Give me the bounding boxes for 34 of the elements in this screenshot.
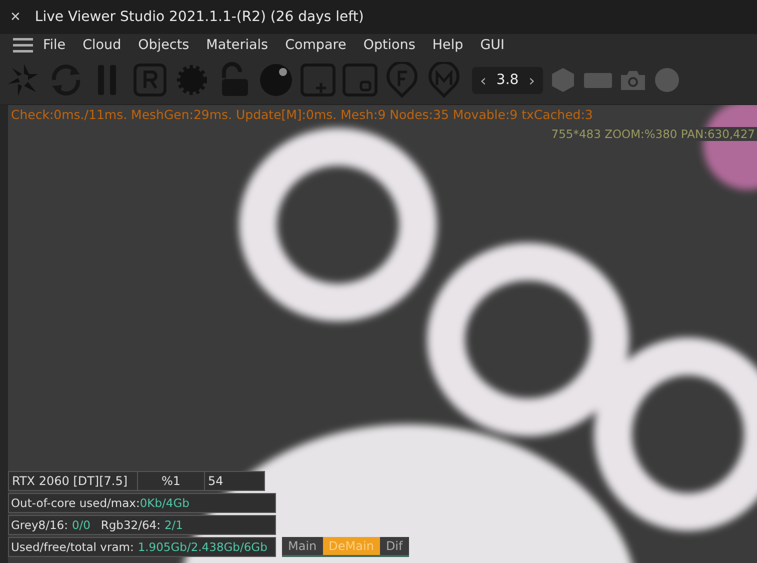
- increase-button[interactable]: ›: [528, 70, 536, 90]
- info-value: 0/0: [72, 518, 90, 532]
- menu-item[interactable]: Materials: [206, 37, 268, 53]
- menu-item[interactable]: Help: [432, 37, 464, 53]
- menu-icon[interactable]: [13, 37, 33, 53]
- menu-item[interactable]: Cloud: [82, 37, 122, 53]
- menu-item[interactable]: File: [43, 37, 66, 53]
- stats-text: Check:0ms./11ms. MeshGen:29ms. Update[M]:0ms. Mesh:9 Nodes:35 Movable:9 txCached:3: [11, 107, 593, 122]
- info-value: 1.905Gb/2.438Gb/6Gb: [138, 540, 268, 554]
- menu-item[interactable]: Objects: [138, 37, 190, 53]
- view-tab[interactable]: Dif: [380, 537, 409, 555]
- menu-item[interactable]: Options: [363, 37, 416, 53]
- view-info-text: 755*483 ZOOM:%380 PAN:630,427: [549, 127, 757, 141]
- decrease-button[interactable]: ‹: [480, 70, 486, 90]
- menu-item[interactable]: Compare: [285, 37, 346, 53]
- gpu-percent: %1: [138, 472, 205, 490]
- circle-icon[interactable]: [653, 66, 682, 94]
- stepper-value: 3.8: [496, 72, 519, 88]
- info-value: 0Kb/4Gb: [140, 496, 190, 510]
- gpu-name: RTX 2060 [DT][7.5]: [9, 472, 138, 490]
- close-button[interactable]: ✕: [10, 10, 21, 24]
- info-label: Rgb32/64:: [100, 518, 160, 532]
- info-label: Used/free/total vram:: [11, 540, 134, 554]
- info-value: 2/1: [164, 518, 183, 532]
- gear-icon[interactable]: [174, 62, 210, 98]
- square-box-icon[interactable]: [342, 62, 378, 98]
- menu-item[interactable]: GUI: [480, 37, 505, 53]
- sphere-icon[interactable]: [258, 62, 294, 98]
- info-label: Out-of-core used/max:: [11, 496, 140, 510]
- gpu-value: 54: [207, 473, 224, 490]
- info-label: Grey8/16:: [11, 518, 68, 532]
- view-tab[interactable]: Main: [282, 537, 323, 555]
- window-title: Live Viewer Studio 2021.1.1-(R2) (26 days left): [34, 9, 364, 25]
- zoom-stepper[interactable]: ‹ 3.8 ›: [472, 66, 544, 94]
